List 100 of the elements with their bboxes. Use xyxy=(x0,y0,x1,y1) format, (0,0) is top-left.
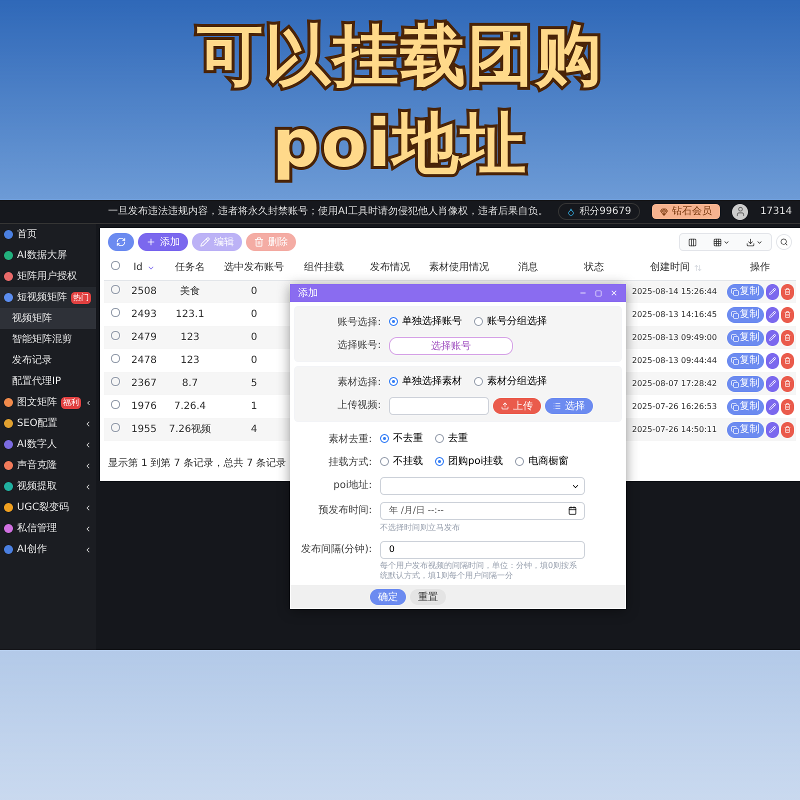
chevron-left-icon xyxy=(84,546,92,554)
column-header[interactable]: Id xyxy=(133,260,143,276)
sidebar-item[interactable]: SEO配置 xyxy=(0,413,96,434)
table-cell: 2479 xyxy=(126,326,162,349)
row-checkbox[interactable] xyxy=(110,285,120,294)
radio-button[interactable] xyxy=(380,434,389,443)
chevron-left-icon xyxy=(84,420,92,428)
sidebar-item[interactable]: 矩阵用户授权 xyxy=(0,266,96,287)
column-header: 状态 xyxy=(584,260,604,276)
edit-row-button[interactable] xyxy=(766,330,778,346)
radio-button[interactable] xyxy=(435,457,444,466)
pencil-icon xyxy=(768,403,776,410)
radio-button[interactable] xyxy=(380,457,389,466)
sidebar-item[interactable]: 短视频矩阵 热门 xyxy=(0,287,96,308)
refresh-button[interactable] xyxy=(108,233,134,251)
delete-row-button[interactable] xyxy=(780,330,794,346)
radio-option[interactable]: 不去重 xyxy=(380,431,423,446)
delete-row-button[interactable] xyxy=(780,352,794,368)
sidebar-item[interactable]: AI数据大屏 xyxy=(0,245,96,266)
close-icon[interactable] xyxy=(610,289,618,297)
caret-icon xyxy=(756,238,763,246)
radio-option[interactable]: 去重 xyxy=(435,431,468,446)
table-cell: 0 xyxy=(218,326,290,349)
table-cell: 0 xyxy=(218,303,290,326)
table-cell: 1955 xyxy=(126,418,162,441)
list-icon xyxy=(553,402,561,410)
reset-button[interactable]: 重置 xyxy=(410,589,446,605)
radio-option[interactable]: 电商橱窗 xyxy=(515,454,568,469)
table-cell: 美食 xyxy=(162,280,218,303)
sidebar-item[interactable]: 首页 xyxy=(0,224,96,245)
calendar-icon[interactable] xyxy=(568,506,577,515)
member-button[interactable]: 钻石会员 xyxy=(652,204,720,219)
radio-option[interactable]: 素材分组选择 xyxy=(474,374,547,389)
row-checkbox[interactable] xyxy=(110,400,120,409)
submenu-item[interactable]: 视频矩阵 xyxy=(0,308,96,329)
radio-option[interactable]: 单独选择素材 xyxy=(389,374,462,389)
table-cell: 0 xyxy=(218,280,290,303)
submenu-item[interactable]: 智能矩阵混剪 xyxy=(0,329,96,350)
radio-button[interactable] xyxy=(389,317,398,326)
chevron-left-icon xyxy=(84,504,92,512)
radio-button[interactable] xyxy=(474,377,483,386)
datetime-field[interactable]: 年 /月/日 --:-- xyxy=(380,502,585,520)
delete-row-button[interactable] xyxy=(780,376,794,392)
edit-row-button[interactable] xyxy=(766,306,778,322)
select-account-button[interactable]: 选择账号 xyxy=(389,337,513,355)
delete-row-button[interactable] xyxy=(780,284,794,300)
upload-icon xyxy=(501,402,509,410)
delete-row-button[interactable] xyxy=(780,422,794,438)
add-button[interactable]: 添加 xyxy=(138,233,188,251)
field-label: 账号选择: xyxy=(336,316,382,330)
radio-button[interactable] xyxy=(435,434,444,443)
select-all-checkbox[interactable] xyxy=(110,261,120,270)
field-hint: 每个用户发布视频的间隔时间，单位：分钟，填0则按系统默认方式，填1则每个用户间隔一分 xyxy=(380,561,578,581)
copy-icon xyxy=(730,426,738,434)
row-checkbox[interactable] xyxy=(110,331,120,340)
radio-button[interactable] xyxy=(515,457,524,466)
sidebar-item[interactable]: AI创作 xyxy=(0,539,96,560)
edit-row-button[interactable] xyxy=(766,352,778,368)
points-badge: 积分99679 xyxy=(558,203,640,220)
table-cell: 123.1 xyxy=(162,303,218,326)
radio-option[interactable]: 不挂载 xyxy=(380,454,423,469)
delete-row-button[interactable] xyxy=(780,306,794,322)
sidebar-item[interactable]: 声音克隆 xyxy=(0,455,96,476)
radio-button[interactable] xyxy=(474,317,483,326)
edit-row-button[interactable] xyxy=(766,376,778,392)
droplet-icon xyxy=(567,208,576,216)
delete-row-button[interactable] xyxy=(780,398,794,414)
radio-button[interactable] xyxy=(389,377,398,386)
trash-icon xyxy=(784,311,790,318)
table-cell: 123 xyxy=(162,326,218,349)
row-checkbox[interactable] xyxy=(110,423,120,432)
pencil-icon xyxy=(768,311,776,318)
field-hint: 不选择时间则立马发布 xyxy=(380,522,461,534)
submenu-item[interactable]: 配置代理IP xyxy=(0,371,96,392)
search-button[interactable] xyxy=(776,234,792,250)
radio-option[interactable]: 账号分组选择 xyxy=(474,314,547,329)
row-checkbox[interactable] xyxy=(110,354,120,363)
edit-row-button[interactable] xyxy=(766,284,778,300)
sidebar-item[interactable]: 私信管理 xyxy=(0,518,96,539)
radio-option[interactable]: 单独选择账号 xyxy=(389,314,462,329)
submenu-item[interactable]: 发布记录 xyxy=(0,350,96,371)
sidebar-item[interactable]: AI数字人 xyxy=(0,434,96,455)
radio-option[interactable]: 团购poi挂载 xyxy=(435,454,504,469)
trash-icon xyxy=(784,426,790,433)
chevron-left-icon xyxy=(84,524,92,532)
column-header[interactable]: 创建时间 xyxy=(650,260,690,276)
row-checkbox[interactable] xyxy=(110,377,120,386)
table-cell: 0 xyxy=(218,349,290,372)
avatar[interactable] xyxy=(732,204,748,220)
sidebar-item[interactable]: UGC裂变码 xyxy=(0,497,96,518)
sidebar-item[interactable]: 视频提取 xyxy=(0,476,96,497)
interval-input[interactable]: 0 xyxy=(380,541,585,559)
trash-icon xyxy=(254,237,264,247)
edit-row-button[interactable] xyxy=(766,398,778,414)
row-checkbox[interactable] xyxy=(110,308,120,317)
upload-input[interactable] xyxy=(389,397,489,415)
maximize-icon[interactable] xyxy=(595,290,602,296)
pencil-icon xyxy=(200,237,210,247)
edit-row-button[interactable] xyxy=(766,422,778,438)
sidebar-item[interactable]: 图文矩阵 福利 xyxy=(0,392,96,413)
